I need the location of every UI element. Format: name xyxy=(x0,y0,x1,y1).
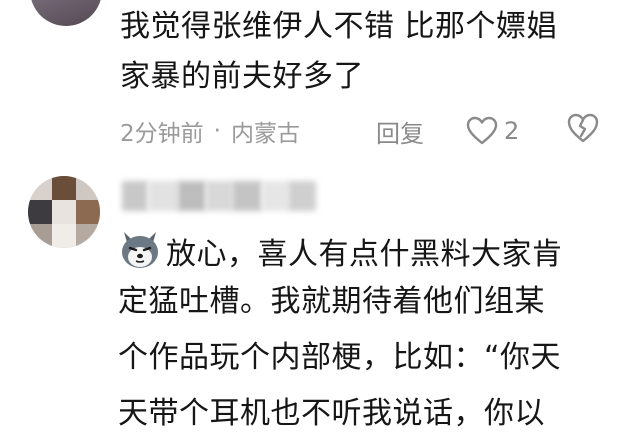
avatar-shade xyxy=(30,0,102,26)
comment-text-line: 放心，喜人有点什黑料大家肯 xyxy=(118,228,563,275)
like-button[interactable]: 2 xyxy=(466,112,519,150)
comment-meta: 2分钟前 · 内蒙古 xyxy=(120,113,300,149)
comment-text-line: 家暴的前夫好多了 xyxy=(120,59,364,94)
meta-separator: · xyxy=(213,118,221,144)
comment-text-line: 定猛吐槽。我就期待着他们组某 xyxy=(118,284,545,319)
husky-emoji-sticker xyxy=(122,232,158,268)
comment-location: 内蒙古 xyxy=(230,121,300,147)
comment-time: 2分钟前 xyxy=(120,121,204,147)
username-redacted xyxy=(122,176,332,216)
comment-text-line: 我觉得张维伊人不错 比那个嫖娼 xyxy=(120,9,558,44)
reply-button[interactable]: 回复 xyxy=(376,113,424,149)
commenter-avatar[interactable] xyxy=(30,0,102,26)
dislike-button[interactable] xyxy=(566,112,602,150)
comment-text-line: 天带个耳机也不听我说话，你以 xyxy=(118,396,545,431)
comment-text-line: 个作品玩个内部梗，比如：“你天 xyxy=(118,340,562,375)
broken-heart-icon xyxy=(567,113,599,143)
comment-text-span: 放心，喜人有点什黑料大家肯 xyxy=(166,237,563,272)
reply-label: 回复 xyxy=(376,119,424,148)
comment-text: 我觉得张维伊人不错 比那个嫖娼 家暴的前夫好多了 xyxy=(120,2,620,102)
like-count: 2 xyxy=(504,117,520,145)
heart-outline-icon xyxy=(466,116,498,145)
commenter-avatar[interactable] xyxy=(28,176,100,248)
